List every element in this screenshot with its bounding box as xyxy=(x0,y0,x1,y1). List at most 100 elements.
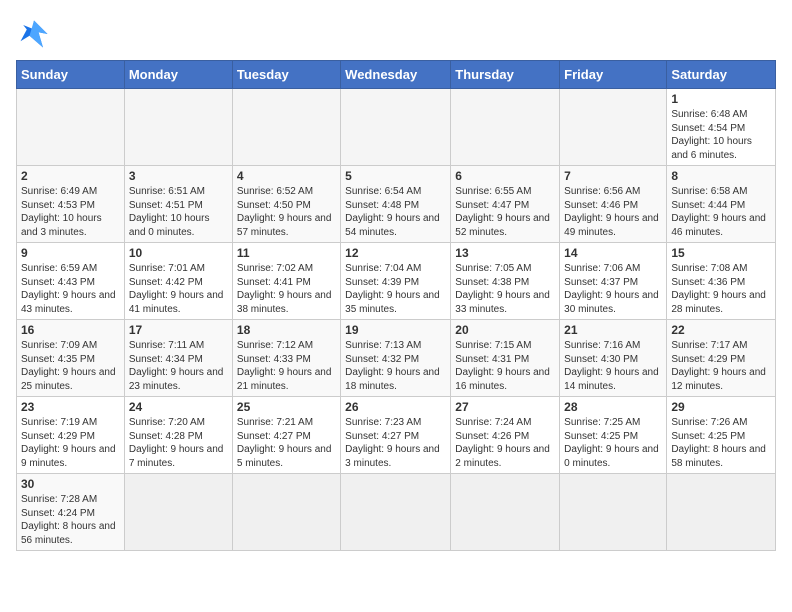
day-number: 15 xyxy=(671,246,771,260)
day-info: Sunrise: 6:55 AM Sunset: 4:47 PM Dayligh… xyxy=(455,185,555,239)
calendar-cell xyxy=(560,89,667,166)
day-info: Sunrise: 6:49 AM Sunset: 4:53 PM Dayligh… xyxy=(21,185,120,239)
day-number: 13 xyxy=(455,246,555,260)
day-info: Sunrise: 7:05 AM Sunset: 4:38 PM Dayligh… xyxy=(455,262,555,316)
calendar-cell: 17Sunrise: 7:11 AM Sunset: 4:34 PM Dayli… xyxy=(124,320,232,397)
calendar-cell: 3Sunrise: 6:51 AM Sunset: 4:51 PM Daylig… xyxy=(124,166,232,243)
header-monday: Monday xyxy=(124,61,232,89)
header-saturday: Saturday xyxy=(667,61,776,89)
calendar-cell: 27 Sunrise: 7:24 AM Sunset: 4:26 PM Dayli… xyxy=(451,397,560,474)
day-number: 28 xyxy=(564,400,662,414)
day-number: 9 xyxy=(21,246,120,260)
day-info: Sunrise: 7:23 AM Sunset: 4:27 PM Dayligh… xyxy=(345,416,446,470)
header-wednesday: Wednesday xyxy=(341,61,451,89)
header-sunday: Sunday xyxy=(17,61,125,89)
day-number: 19 xyxy=(345,323,446,337)
day-info: Sunrise: 6:59 AM Sunset: 4:43 PM Dayligh… xyxy=(21,262,120,316)
day-info: Sunrise: 7:04 AM Sunset: 4:39 PM Dayligh… xyxy=(345,262,446,316)
day-info: Sunrise: 7:12 AM Sunset: 4:33 PM Dayligh… xyxy=(237,339,336,393)
day-info: Sunrise: 7:08 AM Sunset: 4:36 PM Dayligh… xyxy=(671,262,771,316)
calendar-cell: 11Sunrise: 7:02 AM Sunset: 4:41 PM Dayli… xyxy=(232,243,340,320)
calendar-cell: 15 Sunrise: 7:08 AM Sunset: 4:36 PM Dayli… xyxy=(667,243,776,320)
header-friday: Friday xyxy=(560,61,667,89)
calendar-cell: 16 Sunrise: 7:09 AM Sunset: 4:35 PM Dayli… xyxy=(17,320,125,397)
day-number: 20 xyxy=(455,323,555,337)
day-number: 3 xyxy=(129,169,228,183)
day-info: Sunrise: 7:28 AM Sunset: 4:24 PM Dayligh… xyxy=(21,493,120,547)
calendar-week-1: 2Sunrise: 6:49 AM Sunset: 4:53 PM Daylig… xyxy=(17,166,776,243)
day-number: 25 xyxy=(237,400,336,414)
day-number: 6 xyxy=(455,169,555,183)
day-info: Sunrise: 7:19 AM Sunset: 4:29 PM Dayligh… xyxy=(21,416,120,470)
calendar-cell xyxy=(560,474,667,551)
calendar-cell: 26 Sunrise: 7:23 AM Sunset: 4:27 PM Dayli… xyxy=(341,397,451,474)
calendar-week-0: 1 Sunrise: 6:48 AM Sunset: 4:54 PM Daylig… xyxy=(17,89,776,166)
day-info: Sunrise: 7:01 AM Sunset: 4:42 PM Dayligh… xyxy=(129,262,228,316)
day-number: 21 xyxy=(564,323,662,337)
calendar-cell: 8Sunrise: 6:58 AM Sunset: 4:44 PM Daylig… xyxy=(667,166,776,243)
calendar-cell: 20 Sunrise: 7:15 AM Sunset: 4:31 PM Dayli… xyxy=(451,320,560,397)
calendar-week-4: 23 Sunrise: 7:19 AM Sunset: 4:29 PM Dayli… xyxy=(17,397,776,474)
day-info: Sunrise: 6:52 AM Sunset: 4:50 PM Dayligh… xyxy=(237,185,336,239)
day-info: Sunrise: 7:21 AM Sunset: 4:27 PM Dayligh… xyxy=(237,416,336,470)
day-number: 22 xyxy=(671,323,771,337)
calendar-cell: 5 Sunrise: 6:54 AM Sunset: 4:48 PM Daylig… xyxy=(341,166,451,243)
calendar-cell: 12Sunrise: 7:04 AM Sunset: 4:39 PM Dayli… xyxy=(341,243,451,320)
day-number: 5 xyxy=(345,169,446,183)
header-thursday: Thursday xyxy=(451,61,560,89)
day-info: Sunrise: 7:16 AM Sunset: 4:30 PM Dayligh… xyxy=(564,339,662,393)
calendar-cell: 10 Sunrise: 7:01 AM Sunset: 4:42 PM Dayli… xyxy=(124,243,232,320)
day-number: 23 xyxy=(21,400,120,414)
calendar-cell: 22 Sunrise: 7:17 AM Sunset: 4:29 PM Dayli… xyxy=(667,320,776,397)
header-tuesday: Tuesday xyxy=(232,61,340,89)
calendar-cell: 19 Sunrise: 7:13 AM Sunset: 4:32 PM Dayli… xyxy=(341,320,451,397)
calendar-cell: 29 Sunrise: 7:26 AM Sunset: 4:25 PM Dayli… xyxy=(667,397,776,474)
day-number: 29 xyxy=(671,400,771,414)
day-number: 26 xyxy=(345,400,446,414)
calendar-cell: 24Sunrise: 7:20 AM Sunset: 4:28 PM Dayli… xyxy=(124,397,232,474)
page-header xyxy=(16,16,776,52)
calendar-cell xyxy=(667,474,776,551)
day-info: Sunrise: 7:09 AM Sunset: 4:35 PM Dayligh… xyxy=(21,339,120,393)
calendar-cell: 21 Sunrise: 7:16 AM Sunset: 4:30 PM Dayli… xyxy=(560,320,667,397)
calendar-week-3: 16 Sunrise: 7:09 AM Sunset: 4:35 PM Dayli… xyxy=(17,320,776,397)
calendar-cell xyxy=(232,89,340,166)
day-info: Sunrise: 6:48 AM Sunset: 4:54 PM Dayligh… xyxy=(671,108,771,162)
calendar-cell: 30Sunrise: 7:28 AM Sunset: 4:24 PM Dayli… xyxy=(17,474,125,551)
day-info: Sunrise: 7:11 AM Sunset: 4:34 PM Dayligh… xyxy=(129,339,228,393)
calendar-header-row: SundayMondayTuesdayWednesdayThursdayFrid… xyxy=(17,61,776,89)
calendar-cell: 14Sunrise: 7:06 AM Sunset: 4:37 PM Dayli… xyxy=(560,243,667,320)
calendar-cell: 4Sunrise: 6:52 AM Sunset: 4:50 PM Daylig… xyxy=(232,166,340,243)
day-info: Sunrise: 7:06 AM Sunset: 4:37 PM Dayligh… xyxy=(564,262,662,316)
calendar-cell: 18 Sunrise: 7:12 AM Sunset: 4:33 PM Dayli… xyxy=(232,320,340,397)
calendar-table: SundayMondayTuesdayWednesdayThursdayFrid… xyxy=(16,60,776,551)
day-number: 27 xyxy=(455,400,555,414)
logo-icon xyxy=(16,16,52,52)
day-number: 7 xyxy=(564,169,662,183)
day-info: Sunrise: 6:54 AM Sunset: 4:48 PM Dayligh… xyxy=(345,185,446,239)
day-number: 10 xyxy=(129,246,228,260)
calendar-cell xyxy=(341,474,451,551)
day-number: 16 xyxy=(21,323,120,337)
calendar-cell xyxy=(17,89,125,166)
day-info: Sunrise: 7:17 AM Sunset: 4:29 PM Dayligh… xyxy=(671,339,771,393)
day-info: Sunrise: 7:25 AM Sunset: 4:25 PM Dayligh… xyxy=(564,416,662,470)
day-info: Sunrise: 7:02 AM Sunset: 4:41 PM Dayligh… xyxy=(237,262,336,316)
calendar-week-2: 9 Sunrise: 6:59 AM Sunset: 4:43 PM Daylig… xyxy=(17,243,776,320)
day-number: 8 xyxy=(671,169,771,183)
calendar-cell: 9 Sunrise: 6:59 AM Sunset: 4:43 PM Daylig… xyxy=(17,243,125,320)
calendar-cell xyxy=(124,89,232,166)
day-number: 18 xyxy=(237,323,336,337)
calendar-cell: 23 Sunrise: 7:19 AM Sunset: 4:29 PM Dayli… xyxy=(17,397,125,474)
day-info: Sunrise: 7:24 AM Sunset: 4:26 PM Dayligh… xyxy=(455,416,555,470)
day-number: 1 xyxy=(671,92,771,106)
calendar-cell: 6 Sunrise: 6:55 AM Sunset: 4:47 PM Daylig… xyxy=(451,166,560,243)
calendar-cell: 25 Sunrise: 7:21 AM Sunset: 4:27 PM Dayli… xyxy=(232,397,340,474)
day-info: Sunrise: 7:15 AM Sunset: 4:31 PM Dayligh… xyxy=(455,339,555,393)
calendar-cell xyxy=(232,474,340,551)
calendar-cell xyxy=(341,89,451,166)
calendar-cell: 13 Sunrise: 7:05 AM Sunset: 4:38 PM Dayli… xyxy=(451,243,560,320)
calendar-cell xyxy=(124,474,232,551)
day-info: Sunrise: 7:13 AM Sunset: 4:32 PM Dayligh… xyxy=(345,339,446,393)
day-info: Sunrise: 7:26 AM Sunset: 4:25 PM Dayligh… xyxy=(671,416,771,470)
